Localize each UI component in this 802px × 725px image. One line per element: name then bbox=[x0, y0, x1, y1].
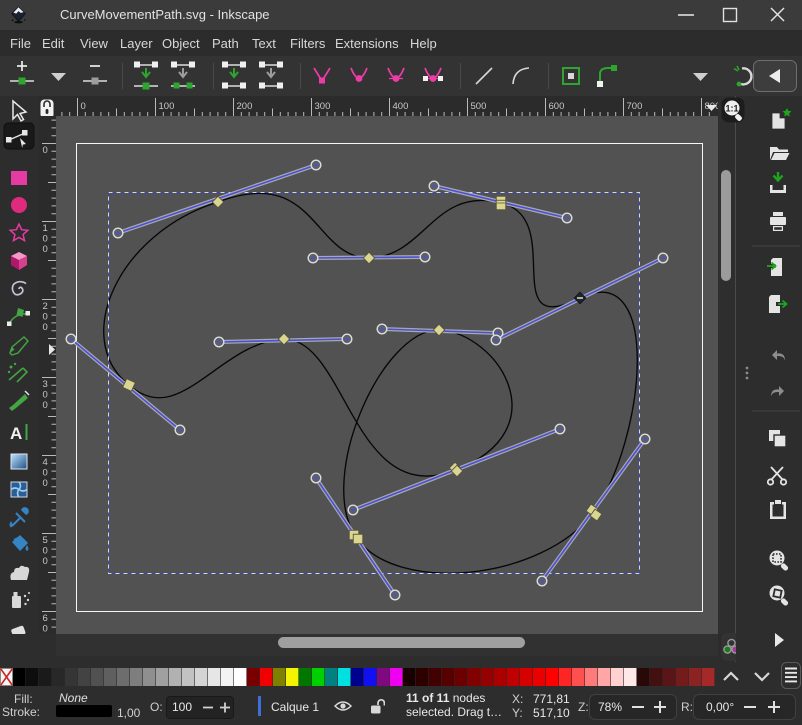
svg-text:0: 0 bbox=[43, 145, 48, 156]
svg-text:0: 0 bbox=[43, 244, 48, 255]
svg-text:0: 0 bbox=[43, 234, 48, 245]
svg-text:A: A bbox=[10, 424, 22, 443]
svg-text:0: 0 bbox=[81, 101, 86, 112]
svg-text:5: 5 bbox=[43, 535, 48, 546]
svg-text:400: 400 bbox=[393, 101, 409, 112]
svg-text:100: 100 bbox=[159, 101, 175, 112]
svg-text:0: 0 bbox=[43, 478, 48, 489]
svg-text:1: 1 bbox=[43, 223, 48, 234]
svg-text:0: 0 bbox=[43, 400, 48, 411]
svg-text:0: 0 bbox=[43, 624, 48, 635]
svg-text:4: 4 bbox=[43, 457, 48, 468]
svg-text:0: 0 bbox=[43, 390, 48, 401]
svg-text:3: 3 bbox=[43, 379, 48, 390]
svg-text:0: 0 bbox=[43, 312, 48, 323]
svg-text:600: 600 bbox=[549, 101, 565, 112]
svg-text:0: 0 bbox=[43, 322, 48, 333]
svg-text:300: 300 bbox=[315, 101, 331, 112]
svg-text:0: 0 bbox=[43, 468, 48, 479]
svg-text:500: 500 bbox=[471, 101, 487, 112]
svg-text:0: 0 bbox=[43, 556, 48, 567]
svg-text:200: 200 bbox=[237, 101, 253, 112]
svg-text:6: 6 bbox=[43, 613, 48, 624]
svg-text:0: 0 bbox=[43, 546, 48, 557]
svg-text:2: 2 bbox=[43, 301, 48, 312]
svg-text:1:1: 1:1 bbox=[725, 104, 738, 114]
svg-text:700: 700 bbox=[627, 101, 643, 112]
